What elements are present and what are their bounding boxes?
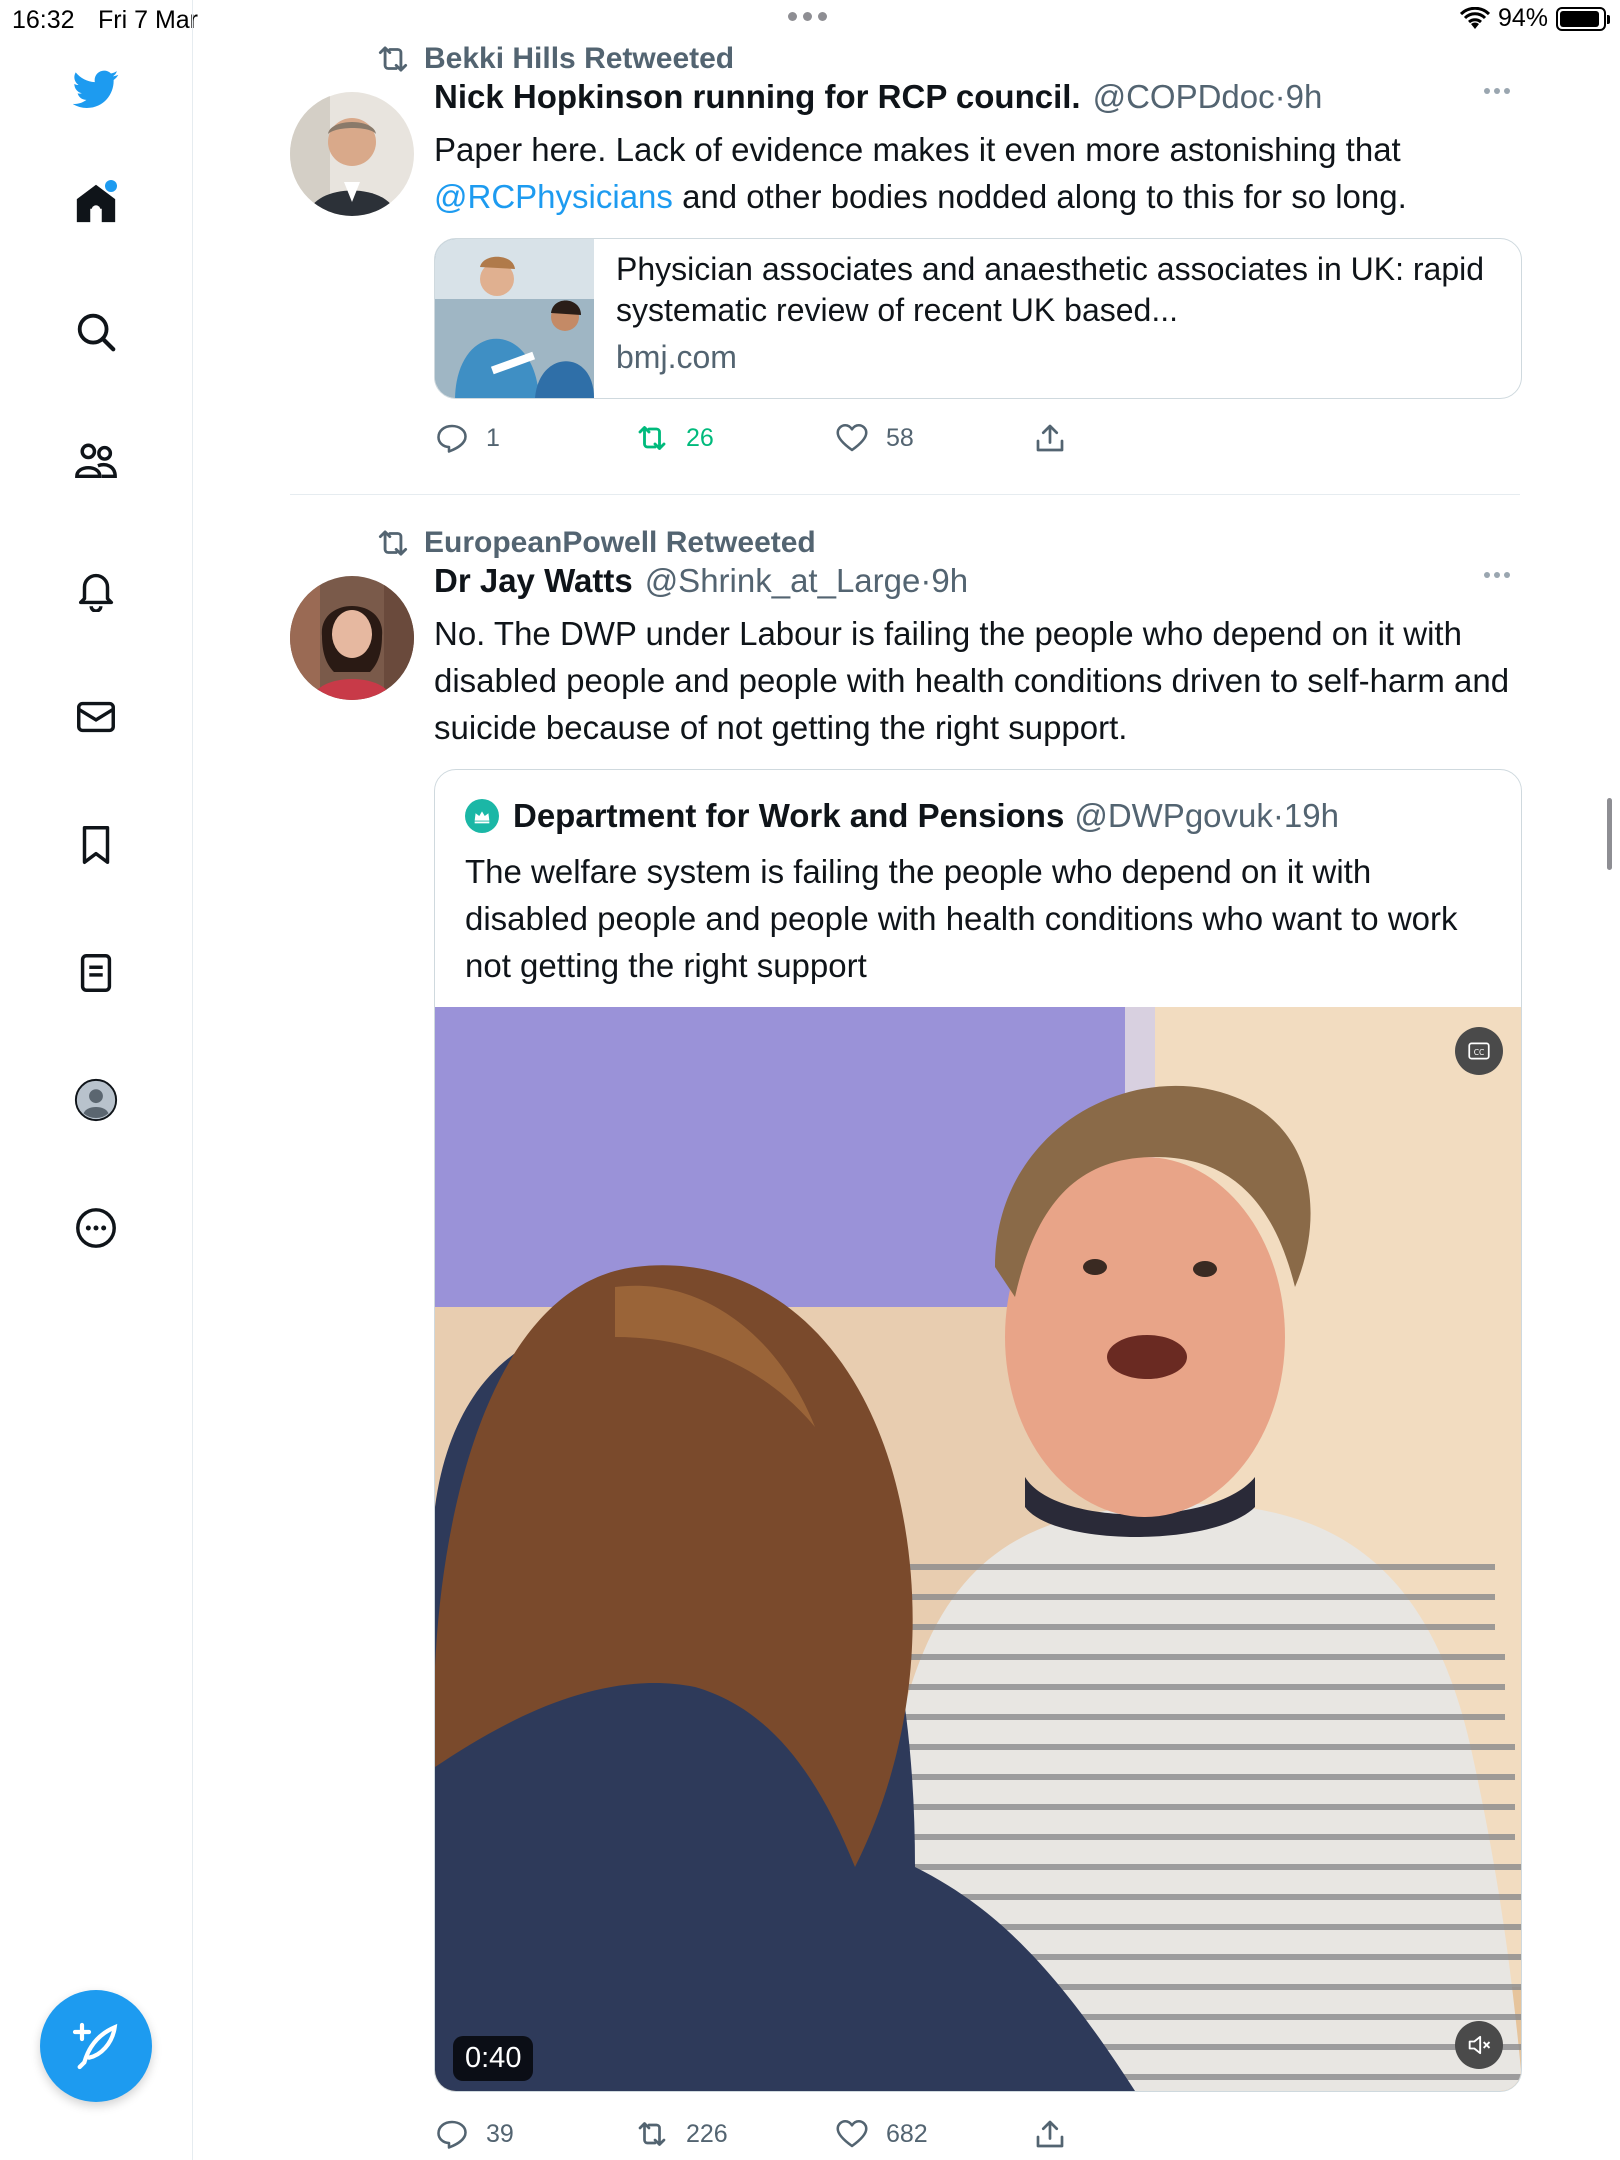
- mention-link[interactable]: @RCPhysicians: [434, 178, 673, 215]
- tweet-header: Nick Hopkinson running for RCP council. …: [434, 78, 1510, 126]
- tweet-text: Paper here. Lack of evidence makes it ev…: [434, 126, 1510, 220]
- like-count: 58: [886, 423, 914, 452]
- quoted-author-name[interactable]: Department for Work and Pensions: [513, 797, 1064, 835]
- home-notification-dot: [105, 180, 117, 192]
- messages-envelope-icon[interactable]: [71, 692, 121, 742]
- separator: ·: [1272, 797, 1284, 834]
- link-title: Physician associates and anaesthetic ass…: [616, 251, 1485, 328]
- tweet[interactable]: Bekki Hills Retweeted Nick Hopkinson run…: [290, 40, 1522, 492]
- tweet-actions: 39 226 682: [434, 2092, 1510, 2160]
- retweet-icon: [378, 530, 408, 556]
- like-button[interactable]: 58: [834, 420, 914, 456]
- retweeted-by: Bekki Hills Retweeted: [374, 40, 1520, 78]
- mute-button[interactable]: [1455, 2021, 1503, 2069]
- heart-icon: [836, 423, 868, 452]
- like-button[interactable]: 682: [834, 2116, 928, 2152]
- tweet-time[interactable]: 9h: [931, 562, 968, 600]
- quoted-tweet-card[interactable]: Department for Work and Pensions @DWPgov…: [434, 769, 1522, 2092]
- multitasking-dots-icon[interactable]: [788, 12, 827, 21]
- compose-feather-icon: [72, 2022, 118, 2070]
- lists-icon[interactable]: [71, 948, 121, 998]
- avatar[interactable]: [290, 576, 414, 700]
- scroll-indicator[interactable]: [1607, 798, 1612, 870]
- tweet-time[interactable]: 9h: [1286, 78, 1323, 116]
- retweeted-by-label[interactable]: EuropeanPowell Retweeted: [424, 526, 816, 560]
- retweet-button[interactable]: 26: [634, 420, 714, 456]
- like-count: 682: [886, 2119, 928, 2148]
- wifi-icon: [1459, 6, 1490, 29]
- tweet-header: Dr Jay Watts @Shrink_at_Large · 9h: [434, 562, 1510, 610]
- reply-count: 39: [486, 2119, 514, 2148]
- share-button[interactable]: [1032, 420, 1068, 456]
- notifications-bell-icon[interactable]: [71, 564, 121, 614]
- bookmarks-icon[interactable]: [71, 820, 121, 870]
- reply-icon: [437, 424, 467, 453]
- link-preview-card[interactable]: Physician associates and anaesthetic ass…: [434, 238, 1522, 399]
- quoted-author-handle[interactable]: @DWPgovuk: [1074, 797, 1273, 835]
- search-icon[interactable]: [71, 307, 121, 357]
- communities-icon[interactable]: [71, 436, 121, 486]
- tweet-text: No. The DWP under Labour is failing the …: [434, 615, 1510, 746]
- separator: ·: [920, 562, 932, 599]
- tweet-more-icon[interactable]: [1484, 572, 1510, 578]
- reply-button[interactable]: 39: [434, 2116, 514, 2152]
- battery-percent: 94%: [1497, 4, 1548, 32]
- profile-avatar-icon[interactable]: [71, 1075, 121, 1125]
- status-right: 94%: [1459, 4, 1610, 33]
- quoted-tweet-time[interactable]: 19h: [1284, 797, 1339, 835]
- twitter-logo-icon[interactable]: [71, 64, 121, 114]
- tweet-text-part: Paper here. Lack of evidence makes it ev…: [434, 131, 1401, 168]
- tweet-actions: 1 26 58: [434, 399, 1510, 477]
- reply-button[interactable]: 1: [434, 420, 500, 456]
- closed-captions-button[interactable]: CC: [1455, 1027, 1503, 1075]
- tweet-divider: [290, 494, 1520, 495]
- tweet-more-icon[interactable]: [1484, 88, 1510, 94]
- share-icon: [1036, 424, 1064, 452]
- author-handle[interactable]: @COPDdoc: [1093, 78, 1275, 116]
- compose-tweet-button[interactable]: [40, 1990, 152, 2102]
- sidebar: [0, 0, 193, 2160]
- link-thumbnail: [435, 239, 594, 398]
- share-icon: [1036, 2120, 1064, 2148]
- closed-captions-icon: CC: [1468, 1042, 1490, 1060]
- government-crown-icon: [465, 799, 499, 833]
- separator: ·: [1274, 78, 1286, 115]
- retweet-icon: [378, 46, 408, 72]
- retweeted-by-label[interactable]: Bekki Hills Retweeted: [424, 42, 734, 76]
- tweet-text-part: and other bodies nodded along to this fo…: [672, 178, 1407, 215]
- timeline-feed: Bekki Hills Retweeted Nick Hopkinson run…: [290, 40, 1522, 2160]
- video-player[interactable]: CC 0:40: [435, 1007, 1521, 2091]
- tweet[interactable]: EuropeanPowell Retweeted Dr Jay Watts @S…: [290, 524, 1522, 2160]
- avatar[interactable]: [290, 92, 414, 216]
- retweeted-by: EuropeanPowell Retweeted: [374, 524, 1520, 562]
- more-options-icon[interactable]: [71, 1203, 121, 1253]
- quoted-tweet-text: The welfare system is failing the people…: [465, 853, 1458, 984]
- author-name[interactable]: Nick Hopkinson running for RCP council.: [434, 78, 1081, 116]
- author-name[interactable]: Dr Jay Watts: [434, 562, 633, 600]
- retweet-icon: [638, 2122, 666, 2146]
- battery-icon: [1556, 6, 1610, 31]
- status-bar: 16:32 Fri 7 Mar 94%: [0, 0, 1620, 40]
- link-domain: bmj.com: [616, 339, 737, 375]
- video-duration: 0:40: [453, 2036, 534, 2081]
- speaker-muted-icon: [1468, 2035, 1491, 2055]
- retweet-button[interactable]: 226: [634, 2116, 728, 2152]
- reply-icon: [437, 2120, 467, 2149]
- author-handle[interactable]: @Shrink_at_Large: [645, 562, 921, 600]
- reply-count: 1: [486, 423, 500, 452]
- video-frame: [435, 1007, 1521, 2091]
- retweet-count: 26: [686, 423, 714, 452]
- heart-icon: [836, 2119, 868, 2148]
- retweet-icon: [638, 426, 666, 450]
- quoted-tweet-header: Department for Work and Pensions @DWPgov…: [435, 770, 1521, 840]
- share-button[interactable]: [1032, 2116, 1068, 2152]
- home-icon[interactable]: [71, 178, 121, 228]
- svg-text:CC: CC: [1474, 1048, 1485, 1057]
- retweet-count: 226: [686, 2119, 728, 2148]
